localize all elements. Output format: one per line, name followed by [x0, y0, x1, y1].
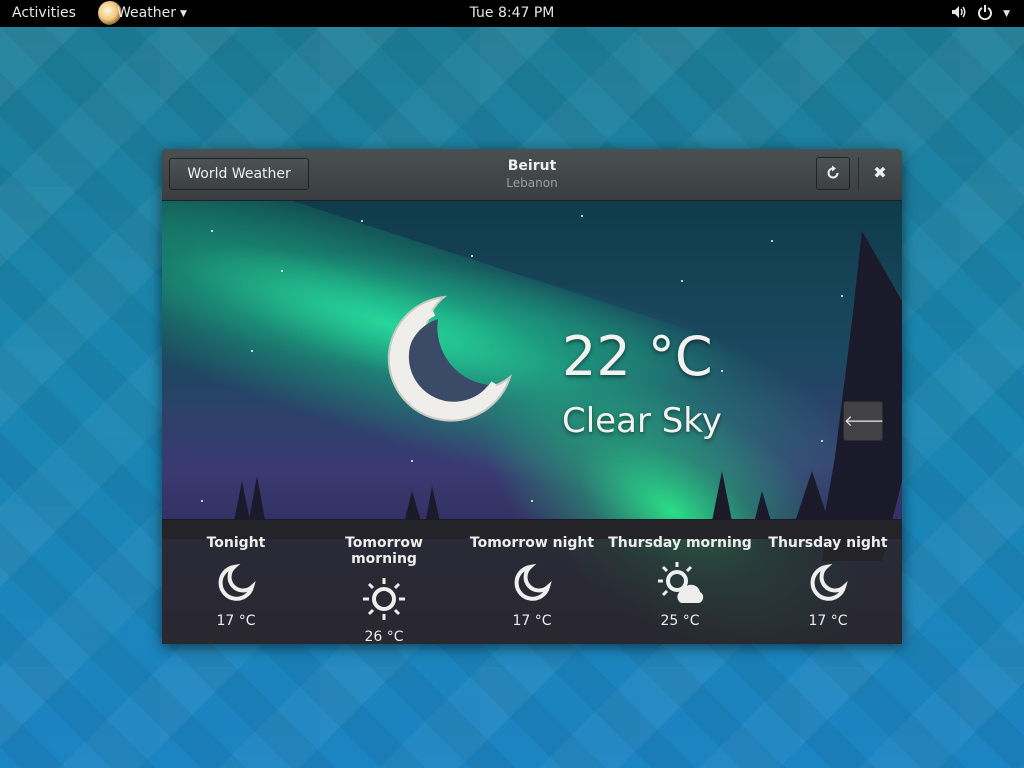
forecast-label: Thursday morning	[608, 535, 752, 551]
forecast-temp: 25 °C	[660, 613, 700, 629]
location-title: Beirut Lebanon	[162, 158, 902, 190]
volume-icon[interactable]	[951, 5, 967, 23]
top-bar: Activities Weather ▼ Tue 8:47 PM ▼	[0, 0, 1024, 27]
header-separator	[858, 157, 859, 191]
weather-window: World Weather Beirut Lebanon ✖ 22 °C Cle…	[162, 149, 902, 644]
forecast-temp: 17 °C	[808, 613, 848, 629]
arrow-left-icon: 🡐	[844, 412, 885, 430]
header-bar: World Weather Beirut Lebanon ✖	[162, 149, 902, 201]
refresh-button[interactable]	[816, 157, 850, 190]
forecast-item: Tomorrow night 17 °C	[458, 520, 606, 644]
refresh-icon	[827, 165, 839, 179]
forecast-label: Thursday night	[768, 535, 888, 551]
forecast-label: Tomorrow night	[469, 535, 595, 551]
forecast-item: Thursday night 17 °C	[754, 520, 902, 644]
forecast-label: Tonight	[206, 535, 266, 551]
sun-icon	[363, 578, 405, 620]
country-subtitle: Lebanon	[506, 176, 558, 190]
forecast-item: Tomorrow morning 26 °C	[310, 520, 458, 644]
sun-cloud-icon	[658, 562, 704, 603]
close-button[interactable]: ✖	[866, 159, 894, 187]
moon-icon	[387, 295, 512, 422]
current-condition: Clear Sky	[562, 401, 722, 441]
close-icon: ✖	[873, 163, 887, 182]
system-status[interactable]: ▼	[951, 4, 1010, 24]
moon-icon	[810, 563, 848, 601]
sky-background: 22 °C Clear Sky 🡐 Tonight 17 °C Tomorrow…	[162, 201, 902, 644]
moon-icon	[218, 563, 256, 601]
forecast-temp: 17 °C	[216, 613, 256, 629]
current-temperature: 22 °C	[562, 325, 713, 388]
forecast-strip: Tonight 17 °C Tomorrow morning 26 °C Tom…	[162, 520, 902, 644]
clock[interactable]: Tue 8:47 PM	[0, 5, 1024, 21]
chevron-down-icon[interactable]: ▼	[1003, 9, 1010, 19]
forecast-label: Tomorrow morning	[345, 535, 423, 567]
power-icon[interactable]	[977, 4, 993, 24]
forecast-item: Tonight 17 °C	[162, 520, 310, 644]
city-title: Beirut	[507, 158, 557, 174]
moon-icon	[514, 563, 552, 601]
forecast-item: Thursday morning 25 °C	[606, 520, 754, 644]
forecast-temp: 17 °C	[512, 613, 552, 629]
previous-location-button[interactable]: 🡐	[843, 401, 885, 441]
forecast-temp: 26 °C	[364, 629, 404, 644]
